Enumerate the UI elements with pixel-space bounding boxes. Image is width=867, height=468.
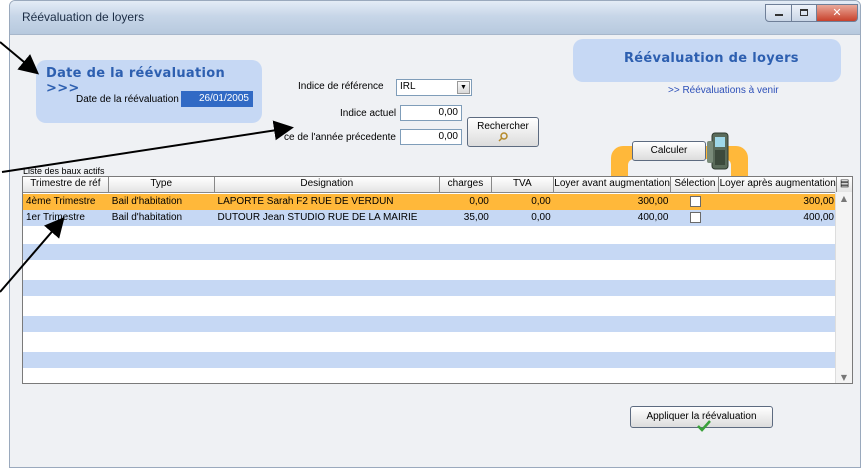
table-row[interactable]: 4ème Trimestre Bail d'habitation LAPORTE…	[23, 194, 837, 210]
scroll-up-icon[interactable]: ▲	[836, 194, 852, 203]
main-window: Réévaluation de loyers ✕ Date de la réév…	[9, 0, 861, 468]
empty-row-stripe	[23, 352, 837, 368]
column-header[interactable]: Trimestre de réf	[23, 177, 109, 192]
cell-tva: 0,00	[531, 212, 551, 223]
date-field[interactable]: 26/01/2005	[181, 91, 253, 107]
search-button[interactable]: Rechercher	[467, 117, 539, 147]
title-bar: Réévaluation de loyers ✕	[10, 1, 860, 35]
selection-checkbox[interactable]	[689, 212, 701, 223]
minimize-button[interactable]	[765, 4, 792, 22]
empty-row-stripe	[23, 244, 837, 260]
grid-label: Liste des baux actifs	[23, 166, 105, 176]
checkmark-icon	[697, 420, 711, 432]
title-panel: Réévaluation de loyers	[573, 39, 841, 82]
close-button[interactable]: ✕	[816, 4, 858, 22]
column-header[interactable]: Type	[109, 177, 215, 192]
cell-tva: 0,00	[531, 196, 551, 207]
calculate-button[interactable]: Calculer	[632, 141, 706, 161]
cell-charges: 0,00	[469, 196, 489, 207]
cell-selection	[671, 210, 719, 226]
index-ref-label: Indice de référence	[298, 81, 384, 92]
index-prev-label: ce de l'année précedente	[284, 132, 396, 143]
index-prev-field[interactable]: 0,00	[400, 129, 462, 145]
grid-header: Trimestre de réf Type Designation charge…	[23, 177, 852, 193]
column-header[interactable]: Loyer avant augmentation	[554, 177, 672, 192]
date-panel: Date de la réévaluation >>> Date de la r…	[36, 60, 262, 123]
cell-designation: LAPORTE Sarah F2 RUE DE VERDUN	[217, 196, 394, 207]
selection-checkbox[interactable]	[689, 196, 701, 207]
empty-row-stripe	[23, 280, 837, 296]
column-header[interactable]: Designation	[215, 177, 440, 192]
cell-trimestre: 4ème Trimestre	[26, 196, 96, 207]
cell-designation: DUTOUR Jean STUDIO RUE DE LA MAIRIE	[217, 212, 418, 223]
empty-row-stripe	[23, 316, 837, 332]
column-header[interactable]: Loyer après augmentation	[719, 177, 838, 192]
maximize-icon	[800, 9, 808, 16]
cell-charges: 35,00	[463, 212, 489, 223]
maximize-button[interactable]	[791, 4, 817, 22]
column-header[interactable]: Sélection	[671, 177, 720, 192]
cell-selection	[671, 194, 719, 210]
scroll-down-icon[interactable]: ▼	[836, 373, 852, 382]
index-ref-value: IRL	[400, 81, 416, 92]
window-title: Réévaluation de loyers	[22, 10, 145, 24]
cell-loyer-avant: 400,00	[637, 212, 669, 223]
index-ref-select[interactable]: IRL ▼	[396, 79, 472, 96]
title-panel-heading: Réévaluation de loyers	[624, 51, 799, 66]
leases-grid: Trimestre de réf Type Designation charge…	[22, 176, 853, 384]
cell-type: Bail d'habitation	[111, 196, 183, 207]
index-current-field[interactable]: 0,00	[400, 105, 462, 121]
cell-trimestre: 1er Trimestre	[26, 212, 85, 223]
cell-loyer-apres: 300,00	[803, 196, 834, 207]
search-magnifier-icon	[498, 132, 508, 142]
cell-type: Bail d'habitation	[111, 212, 183, 223]
column-header[interactable]: TVA	[492, 177, 554, 192]
table-row[interactable]: 1er Trimestre Bail d'habitation DUTOUR J…	[23, 210, 837, 226]
chevron-down-icon[interactable]: ▼	[457, 81, 470, 94]
column-header[interactable]: charges	[440, 177, 492, 192]
grid-options-icon[interactable]: ▤	[837, 177, 852, 192]
upcoming-reevaluations-link[interactable]: >> Réévaluations à venir	[668, 85, 779, 96]
date-field-label: Date de la réévaluation	[76, 94, 179, 105]
search-button-label: Rechercher	[477, 121, 529, 132]
minimize-icon	[775, 14, 783, 16]
cell-loyer-apres: 400,00	[803, 212, 834, 223]
close-icon: ✕	[832, 6, 842, 19]
cell-loyer-avant: 300,00	[637, 196, 669, 207]
vertical-scrollbar[interactable]: ▲ ▼	[835, 192, 852, 383]
index-current-label: Indice actuel	[340, 108, 397, 119]
mobile-phone-icon	[707, 132, 729, 170]
